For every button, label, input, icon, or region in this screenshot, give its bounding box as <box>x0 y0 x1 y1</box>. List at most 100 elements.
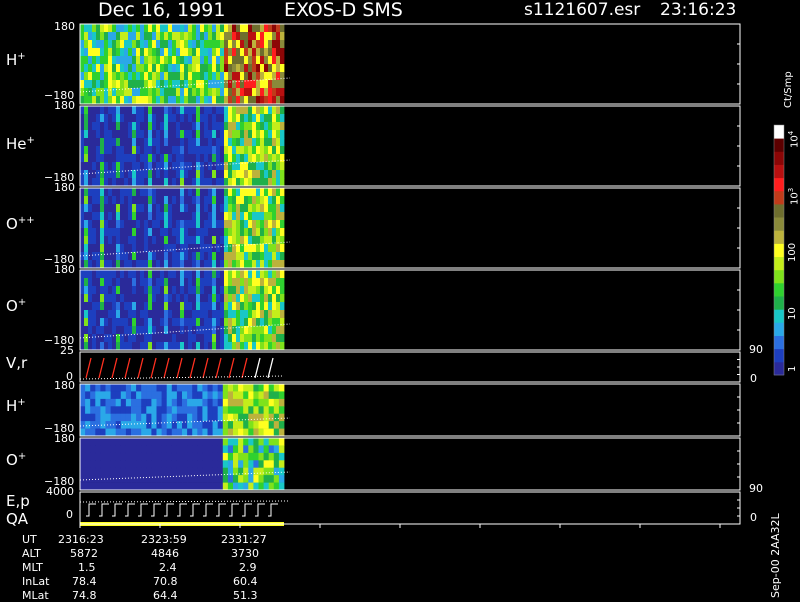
spectrogram-cell <box>188 318 193 327</box>
spectrogram-cell <box>112 334 117 343</box>
spectrogram-cell <box>244 64 249 73</box>
spectrogram-cell <box>124 270 129 279</box>
spectrogram-cell <box>140 204 145 213</box>
spectrogram-cell <box>196 122 201 131</box>
spectrogram-cell <box>256 146 261 155</box>
spectrogram-cell <box>240 130 245 139</box>
spectrogram-cell <box>280 270 285 279</box>
spectrogram-cell <box>104 162 109 171</box>
spectrogram-cell <box>184 294 189 303</box>
spectrogram-cell <box>207 445 213 454</box>
footer-inlat-2: 70.8 <box>153 575 178 588</box>
spectrogram-cell <box>248 236 253 245</box>
spectrogram-cell <box>172 228 177 237</box>
spectrogram-cell <box>280 138 285 147</box>
spectrogram-cell <box>136 212 141 221</box>
spectrogram-cell <box>236 310 241 319</box>
spectrogram-cell <box>160 294 165 303</box>
spectrogram-cell <box>176 467 183 476</box>
spectrogram-cell <box>260 138 265 147</box>
spectrogram-cell <box>192 445 198 454</box>
spectrogram-cell <box>152 212 157 221</box>
spectrogram-cell <box>120 294 125 303</box>
spectrogram-cell <box>128 80 133 89</box>
o-plus-2-top-tick: 180 <box>54 432 75 445</box>
spectrogram-cell <box>216 32 221 41</box>
spectrogram-cell <box>278 384 285 392</box>
spectrogram-cell <box>115 413 122 422</box>
spectrogram-cell <box>184 270 189 279</box>
spectrogram-cell <box>120 445 127 454</box>
spectrogram-cell <box>204 278 209 287</box>
spectrogram-cell <box>95 384 101 392</box>
spectrogram-cell <box>168 310 173 319</box>
spectrogram-cell <box>217 406 224 415</box>
spectrogram-cell <box>200 286 205 295</box>
spectrogram-cell <box>161 398 168 407</box>
spectrogram-cell <box>216 278 221 287</box>
spectrogram-cell <box>180 302 185 311</box>
footer-row-name-mlat: MLat <box>22 589 49 602</box>
spectrogram-cell <box>116 294 121 303</box>
spectrogram-cell <box>104 342 109 351</box>
spectrogram-cell <box>192 286 197 295</box>
spectrogram-cell <box>95 428 101 437</box>
spectrogram-cell <box>156 204 161 213</box>
spectrogram-cell <box>202 406 208 415</box>
spectrogram-cell <box>168 302 173 311</box>
spectrogram-cell <box>196 96 201 105</box>
spectrogram-cell <box>263 482 270 491</box>
spectrogram-cell <box>196 260 201 269</box>
spectrogram-cell <box>156 428 162 437</box>
spectrogram-cell <box>151 406 157 415</box>
spectrogram-cell <box>110 438 117 446</box>
spectrogram-cell <box>116 72 121 81</box>
spectrogram-cell <box>236 72 241 81</box>
spectrogram-cell <box>132 236 137 245</box>
spectrogram-cell <box>248 114 253 123</box>
spectrogram-cell <box>258 413 264 422</box>
spectrogram-cell <box>248 252 253 261</box>
spectrogram-cell <box>220 220 225 229</box>
spectrogram-cell <box>160 318 165 327</box>
spectrogram-cell <box>84 220 89 229</box>
spectrogram-cell <box>248 106 253 115</box>
spectrogram-cell <box>148 88 153 97</box>
footer-mlat-2: 64.4 <box>153 589 178 602</box>
spectrogram-cell <box>80 146 85 155</box>
h-plus-top-tick: 180 <box>54 20 75 33</box>
spectrogram-cell <box>85 467 91 476</box>
spectrogram-cell <box>116 302 121 311</box>
spectrogram-cell <box>204 220 209 229</box>
spectrogram-cell <box>171 482 178 491</box>
spectrogram-cell <box>112 220 117 229</box>
spectrogram-cell <box>216 48 221 57</box>
spectrogram-cell <box>144 122 149 131</box>
spectrogram-cell <box>256 56 261 65</box>
spectrogram-cell <box>264 278 269 287</box>
spectrogram-cell <box>88 302 93 311</box>
spectrogram-cell <box>92 228 97 237</box>
spectrogram-cell <box>232 342 237 351</box>
spectrogram-cell <box>136 294 141 303</box>
spectrogram-cell <box>192 398 198 407</box>
spectrogram-cell <box>188 342 193 351</box>
spectrogram-cell <box>96 294 101 303</box>
spectrogram-cell <box>104 196 109 205</box>
spectrogram-cell <box>171 406 178 415</box>
spectrogram-cell <box>124 72 129 81</box>
spectrogram-cell <box>252 80 257 89</box>
spectrogram-cell <box>92 270 97 279</box>
spectrogram-cell <box>204 212 209 221</box>
spectrogram-cell <box>180 334 185 343</box>
spectrogram-cell <box>184 196 189 205</box>
spectrogram-cell <box>184 318 189 327</box>
colorbar-swatch <box>774 309 784 323</box>
spectrogram-cell <box>228 326 233 335</box>
spectrogram-cell <box>202 413 208 422</box>
spectrogram-cell <box>128 228 133 237</box>
spectrogram-cell <box>204 146 209 155</box>
spectrogram-cell <box>176 326 181 335</box>
spectrogram-cell <box>92 146 97 155</box>
spectrogram-cell <box>152 196 157 205</box>
